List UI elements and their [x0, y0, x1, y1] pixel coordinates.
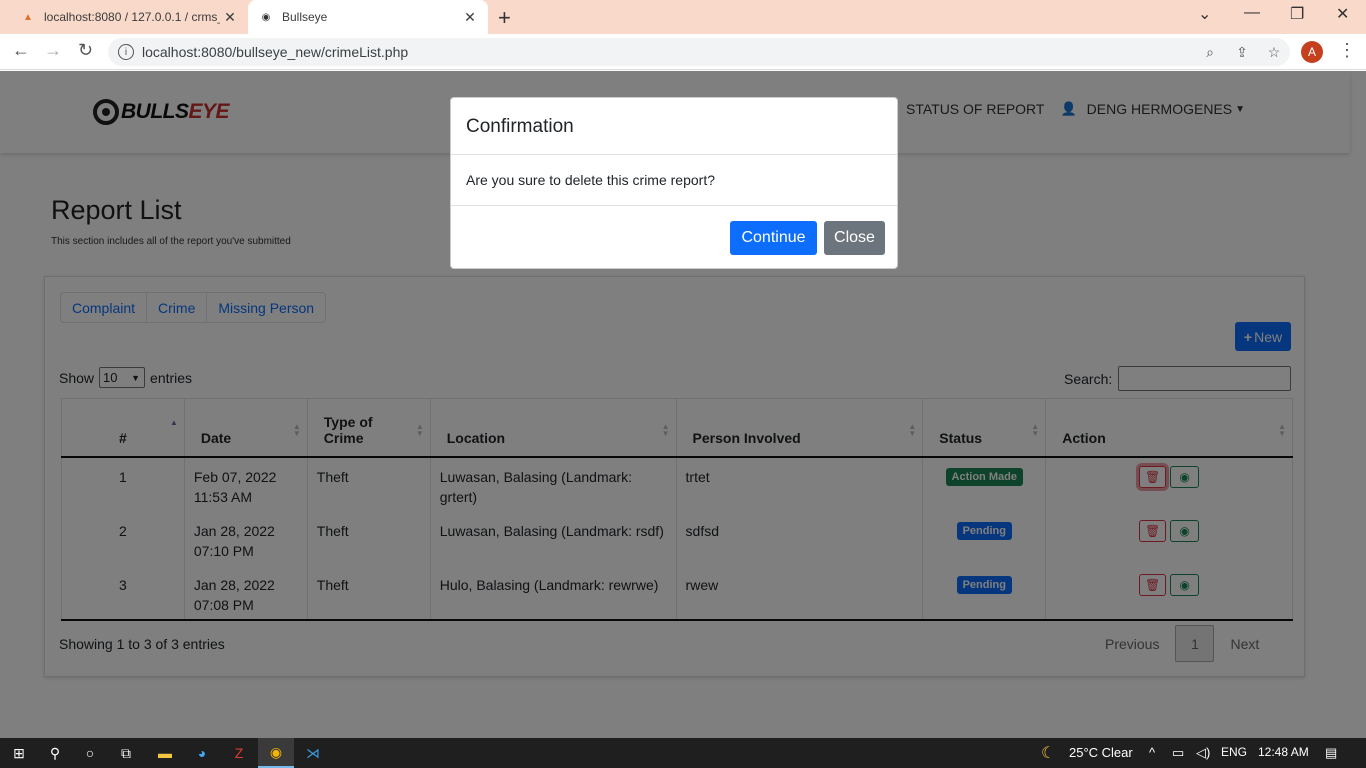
cortana-icon[interactable]: ○ [80, 743, 100, 763]
chevron-up-icon[interactable]: ^ [1149, 745, 1155, 760]
chrome-icon[interactable]: ◉ [258, 738, 294, 768]
search-icon[interactable]: ⚲ [45, 743, 65, 763]
zoom-icon[interactable]: ⌕ [1194, 44, 1226, 61]
new-tab-icon[interactable]: + [498, 5, 511, 31]
windows-taskbar: ⊞ ⚲ ○ ⧉ ▬ ◕ Z ◉ ⋊ ☾ 25°C Clear ^ ▭ ◁) EN… [0, 738, 1366, 768]
browser-tab-bullseye[interactable]: ◉ Bullseye ✕ [248, 0, 488, 34]
clock[interactable]: 12:48 AM [1258, 745, 1309, 759]
tab-title: Bullseye [282, 10, 328, 24]
filezilla-icon[interactable]: Z [229, 743, 249, 763]
menu-kebab-icon[interactable]: ⋮ [1338, 40, 1356, 61]
forward-icon[interactable]: → [44, 40, 62, 61]
confirmation-modal: Confirmation Are you sure to delete this… [450, 97, 898, 269]
globe-icon: ◉ [261, 11, 271, 23]
close-button[interactable]: Close [824, 221, 885, 255]
modal-message: Are you sure to delete this crime report… [451, 155, 897, 206]
weather-text[interactable]: 25°C Clear [1069, 745, 1133, 760]
phpmyadmin-icon: ▲ [23, 11, 33, 23]
url-text[interactable]: localhost:8080/bullseye_new/crimeList.ph… [142, 44, 1194, 60]
windows-start-icon[interactable]: ⊞ [9, 743, 29, 763]
language-indicator[interactable]: ENG [1221, 745, 1247, 759]
close-tab-icon[interactable]: ✕ [220, 9, 240, 26]
minimize-icon[interactable]: — [1244, 4, 1260, 22]
info-icon[interactable]: i [118, 44, 134, 60]
file-explorer-icon[interactable]: ▬ [155, 743, 175, 763]
tab-search-icon[interactable]: ⌄ [1198, 4, 1211, 24]
volume-icon[interactable]: ◁) [1196, 745, 1210, 761]
share-icon[interactable]: ⇪ [1226, 44, 1258, 61]
modal-footer: Continue Close [451, 206, 897, 268]
close-window-icon[interactable]: ✕ [1336, 4, 1349, 24]
reload-icon[interactable]: ↻ [78, 40, 93, 61]
browser-tab-phpmyadmin[interactable]: ▲ localhost:8080 / 127.0.0.1 / crms_ ✕ [10, 0, 248, 34]
address-bar[interactable]: i localhost:8080/bullseye_new/crimeList.… [108, 38, 1290, 66]
battery-icon[interactable]: ▭ [1172, 745, 1184, 761]
modal-title: Confirmation [451, 98, 897, 155]
bookmark-star-icon[interactable]: ☆ [1258, 44, 1290, 61]
profile-avatar[interactable]: A [1301, 41, 1323, 63]
back-icon[interactable]: ← [12, 40, 30, 61]
edge-icon[interactable]: ◕ [192, 743, 212, 763]
tab-title: localhost:8080 / 127.0.0.1 / crms_ [44, 10, 220, 24]
browser-toolbar: ← → ↻ i localhost:8080/bullseye_new/crim… [0, 34, 1366, 70]
notifications-icon[interactable]: ▤ [1325, 745, 1337, 761]
restore-icon[interactable]: ❐ [1290, 4, 1304, 24]
close-tab-icon[interactable]: ✕ [460, 9, 480, 26]
vscode-icon[interactable]: ⋊ [303, 743, 323, 763]
browser-tabstrip: ▲ localhost:8080 / 127.0.0.1 / crms_ ✕ ◉… [0, 0, 1366, 34]
task-view-icon[interactable]: ⧉ [116, 743, 136, 763]
continue-button[interactable]: Continue [730, 221, 817, 255]
weather-moon-icon: ☾ [1041, 745, 1056, 762]
